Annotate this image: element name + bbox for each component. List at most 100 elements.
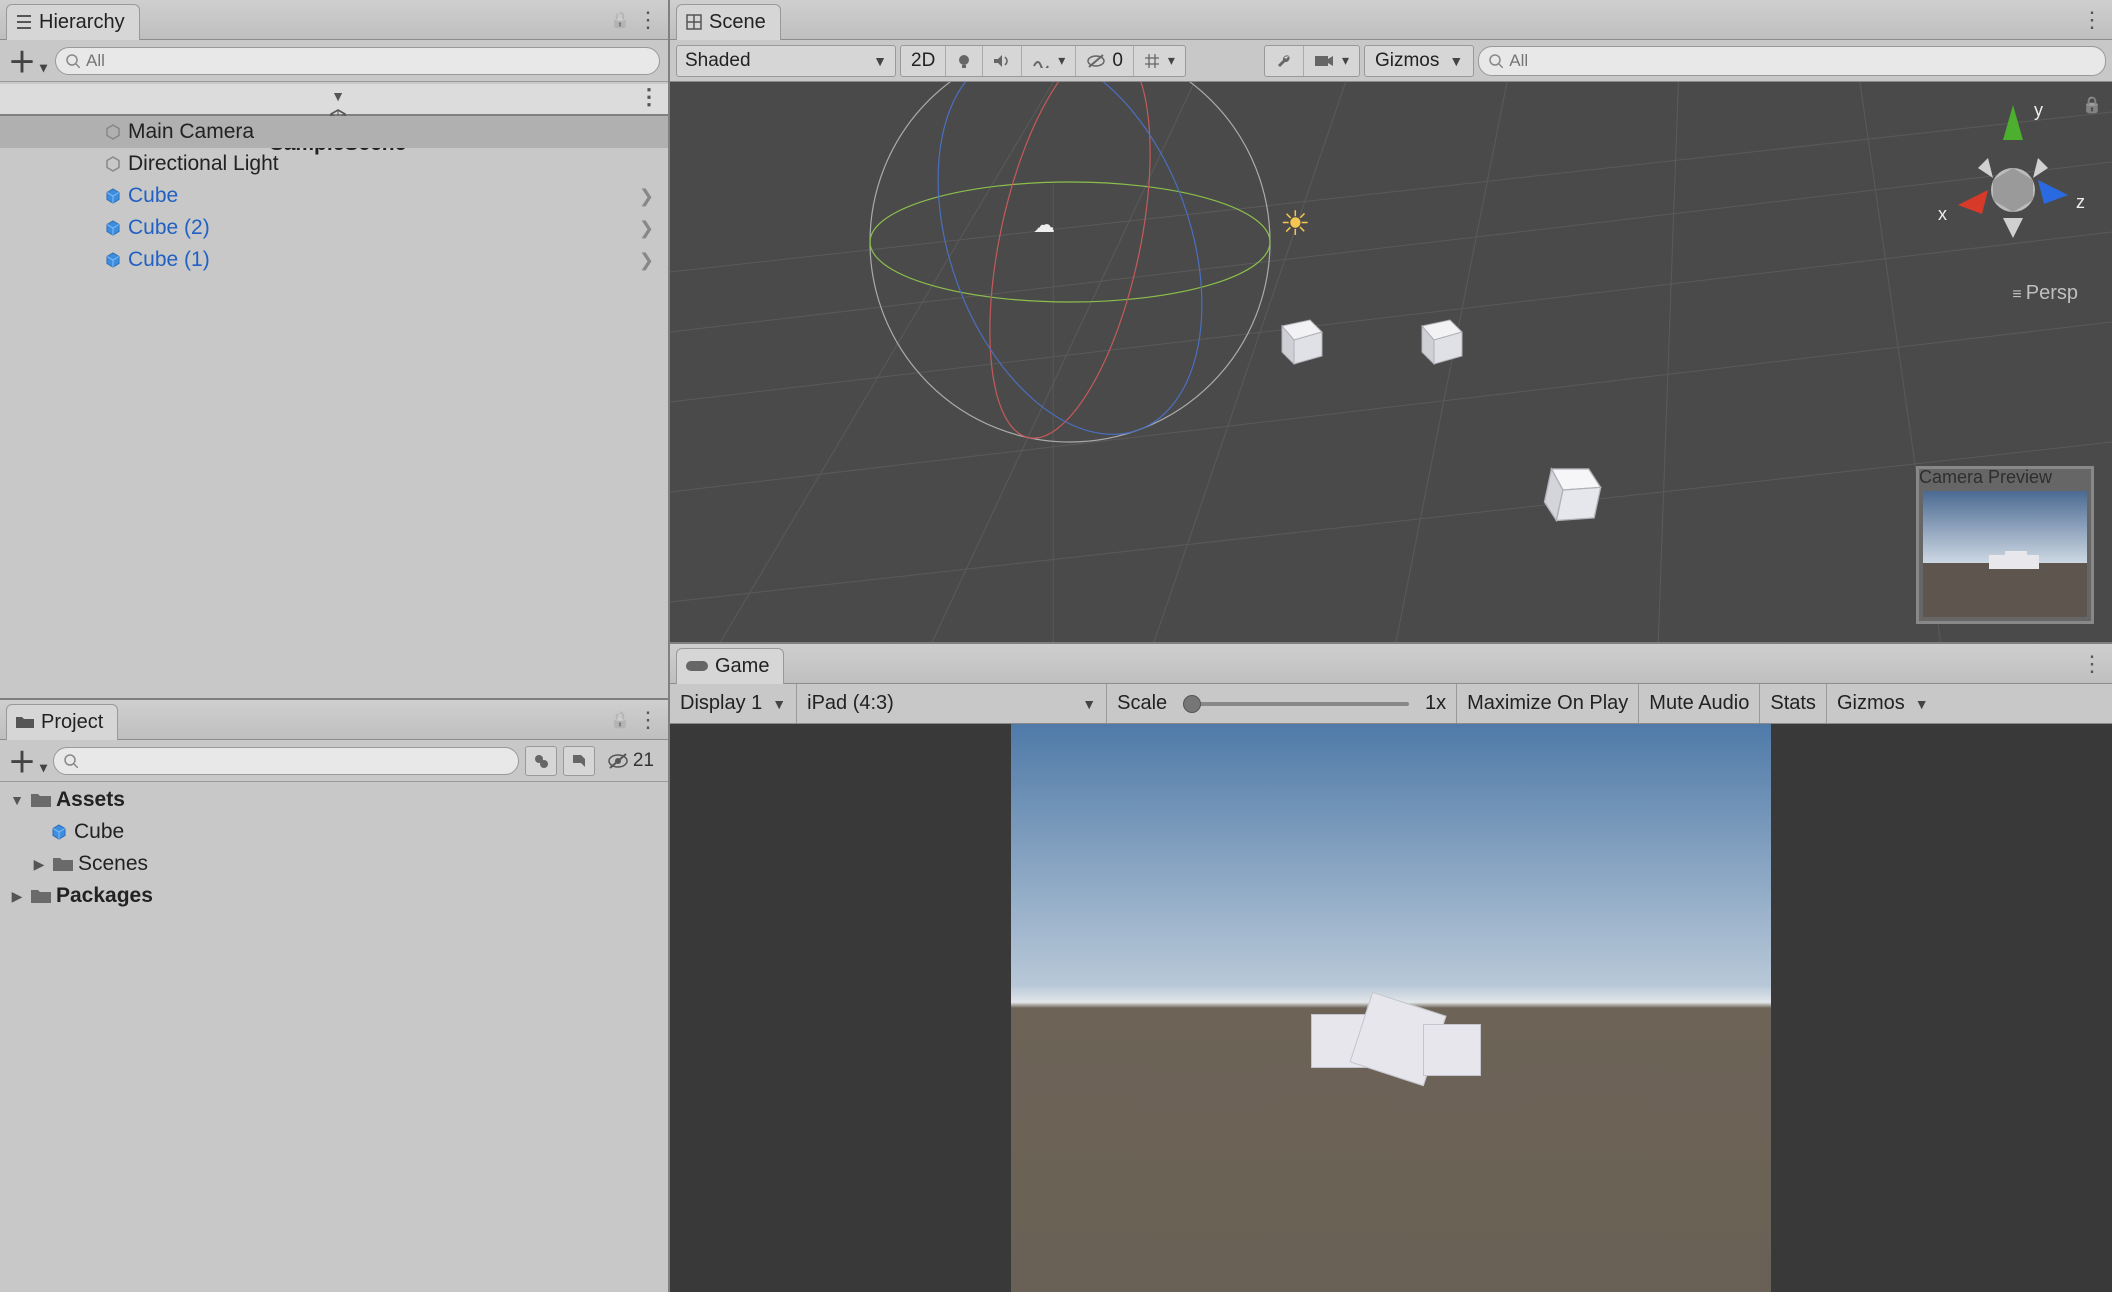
lock-icon[interactable]	[606, 706, 634, 734]
hierarchy-search[interactable]	[55, 47, 660, 75]
slider-track[interactable]	[1183, 702, 1409, 706]
scene-tab[interactable]: Scene	[676, 4, 781, 40]
game-panel: Game Display 1▼ iPad (4:3)▼ Scale 1x Max…	[670, 644, 2112, 1292]
aspect-dropdown[interactable]: iPad (4:3)▼	[797, 684, 1107, 723]
panel-menu-icon[interactable]	[2078, 650, 2106, 678]
scene-cube-object[interactable]	[1270, 312, 1322, 364]
gameobject-icon	[102, 153, 124, 175]
lock-icon[interactable]	[606, 6, 634, 34]
lock-icon[interactable]	[2082, 94, 2102, 115]
wrench-icon	[1275, 52, 1293, 70]
project-search[interactable]	[53, 747, 519, 775]
gameobject-row[interactable]: Cube (2) ❯	[0, 212, 668, 244]
camera-preview-overlay[interactable]: Camera Preview	[1916, 466, 2094, 624]
panel-menu-icon[interactable]	[634, 6, 662, 34]
gameobject-icon	[102, 121, 124, 143]
camera-preview-ground	[1923, 563, 2087, 617]
hierarchy-search-input[interactable]	[86, 51, 649, 71]
project-search-input[interactable]	[84, 751, 508, 771]
gameobject-row[interactable]: Cube (1) ❯	[0, 244, 668, 276]
scene-viewport[interactable]: ☁ ☀	[670, 82, 2112, 642]
scene-header: Scene	[670, 0, 2112, 40]
assets-folder-row[interactable]: ▼ Assets	[0, 784, 668, 816]
chevron-down-icon: ▼	[873, 53, 887, 69]
display-dropdown[interactable]: Display 1▼	[670, 684, 797, 723]
expand-toggle[interactable]: ▼	[8, 792, 26, 808]
game-gizmos-dropdown[interactable]: Gizmos▼	[1827, 684, 1939, 723]
panel-menu-icon[interactable]	[2078, 6, 2106, 34]
camera-gizmo-icon[interactable]: ☁	[1033, 212, 1055, 238]
create-button[interactable]: ＋▾	[8, 741, 47, 781]
stats-toggle[interactable]: Stats	[1760, 684, 1827, 723]
component-tools-icon[interactable]	[1265, 46, 1304, 76]
folder-label: Packages	[56, 884, 153, 908]
shading-mode-dropdown[interactable]: Shaded ▼	[676, 45, 896, 77]
scene-cube-object[interactable]	[1410, 312, 1462, 364]
slider-thumb[interactable]	[1183, 695, 1201, 713]
gameobject-label: Cube (1)	[128, 248, 210, 272]
expand-toggle[interactable]: ▶	[8, 888, 26, 905]
project-panel: Project ＋▾ 21	[0, 700, 668, 1292]
gizmos-dropdown[interactable]: Gizmos ▼	[1364, 45, 1474, 77]
gameobject-row[interactable]: Cube ❯	[0, 180, 668, 212]
projection-label[interactable]: ≡Persp	[2012, 282, 2078, 305]
scene-camera-settings[interactable]: ▾	[1304, 46, 1359, 76]
game-view[interactable]	[670, 724, 2112, 1292]
search-icon	[66, 54, 80, 68]
filter-by-label-icon[interactable]	[563, 746, 595, 776]
scene-panel: Scene Shaded ▼ 2D ▾ 0 ▾	[670, 0, 2112, 644]
chevron-right-icon[interactable]: ❯	[639, 250, 654, 271]
panel-menu-icon[interactable]	[634, 706, 662, 734]
packages-folder-row[interactable]: ▶ Packages	[0, 880, 668, 912]
chevron-right-icon[interactable]: ❯	[639, 186, 654, 207]
maximize-on-play-toggle[interactable]: Maximize On Play	[1457, 684, 1639, 723]
gameobject-label: Cube (2)	[128, 216, 210, 240]
light-gizmo-icon[interactable]: ☀	[1280, 204, 1310, 244]
scene-audio-toggle[interactable]	[983, 46, 1022, 76]
project-header: Project	[0, 700, 668, 740]
project-tab[interactable]: Project	[6, 704, 118, 740]
camera-preview-cube	[2021, 555, 2039, 569]
scene-search[interactable]	[1478, 46, 2106, 76]
camera-wire-gizmo	[850, 82, 1450, 512]
mute-audio-toggle[interactable]: Mute Audio	[1639, 684, 1760, 723]
scene-grid-toggle[interactable]: ▾	[1134, 46, 1185, 76]
prefab-asset-row[interactable]: Cube	[0, 816, 668, 848]
scene-fx-toggle[interactable]: ▾	[1022, 46, 1076, 76]
eye-off-icon	[607, 753, 629, 769]
expand-toggle[interactable]: ▶	[30, 856, 48, 873]
filter-by-type-icon[interactable]	[525, 746, 557, 776]
scene-toolbar: Shaded ▼ 2D ▾ 0 ▾ ▾ Gizmos	[670, 40, 2112, 82]
orientation-gizmo[interactable]: y z x	[1938, 100, 2088, 290]
lightbulb-icon	[956, 53, 972, 69]
grid-snap-icon	[1144, 53, 1160, 69]
search-icon	[64, 754, 78, 768]
gizmos-label: Gizmos	[1375, 50, 1439, 72]
scale-value: 1x	[1425, 692, 1446, 715]
scale-slider[interactable]: Scale 1x	[1107, 684, 1457, 723]
scene-menu-icon[interactable]	[638, 84, 658, 110]
scene-search-input[interactable]	[1509, 51, 2095, 71]
camera-icon	[1314, 54, 1334, 68]
hierarchy-tab[interactable]: Hierarchy	[6, 4, 140, 40]
hierarchy-panel: Hierarchy ＋▾ ▼ SampleScene	[0, 0, 668, 700]
axis-x-label: x	[1938, 204, 1947, 225]
chevron-right-icon[interactable]: ❯	[639, 218, 654, 239]
camera-preview-label: Camera Preview	[1919, 467, 2091, 491]
folder-icon	[30, 885, 52, 907]
scenes-folder-row[interactable]: ▶ Scenes	[0, 848, 668, 880]
gameobject-label: Main Camera	[128, 120, 254, 144]
game-tab[interactable]: Game	[676, 648, 784, 684]
hidden-items-indicator[interactable]: 21	[601, 750, 660, 772]
create-button[interactable]: ＋▾	[8, 41, 47, 81]
toggle-2d[interactable]: 2D	[901, 46, 946, 76]
gameobject-row[interactable]: Main Camera	[0, 116, 668, 148]
scene-visibility-toggle[interactable]: 0	[1076, 46, 1134, 76]
game-toolbar: Display 1▼ iPad (4:3)▼ Scale 1x Maximize…	[670, 684, 2112, 724]
gameobject-row[interactable]: Directional Light	[0, 148, 668, 180]
scene-cube-object[interactable]	[1526, 448, 1606, 528]
scene-lighting-toggle[interactable]	[946, 46, 983, 76]
scene-row[interactable]: ▼ SampleScene	[0, 84, 668, 116]
chevron-down-icon: ▼	[1449, 53, 1463, 69]
expand-toggle[interactable]: ▼	[329, 88, 347, 104]
